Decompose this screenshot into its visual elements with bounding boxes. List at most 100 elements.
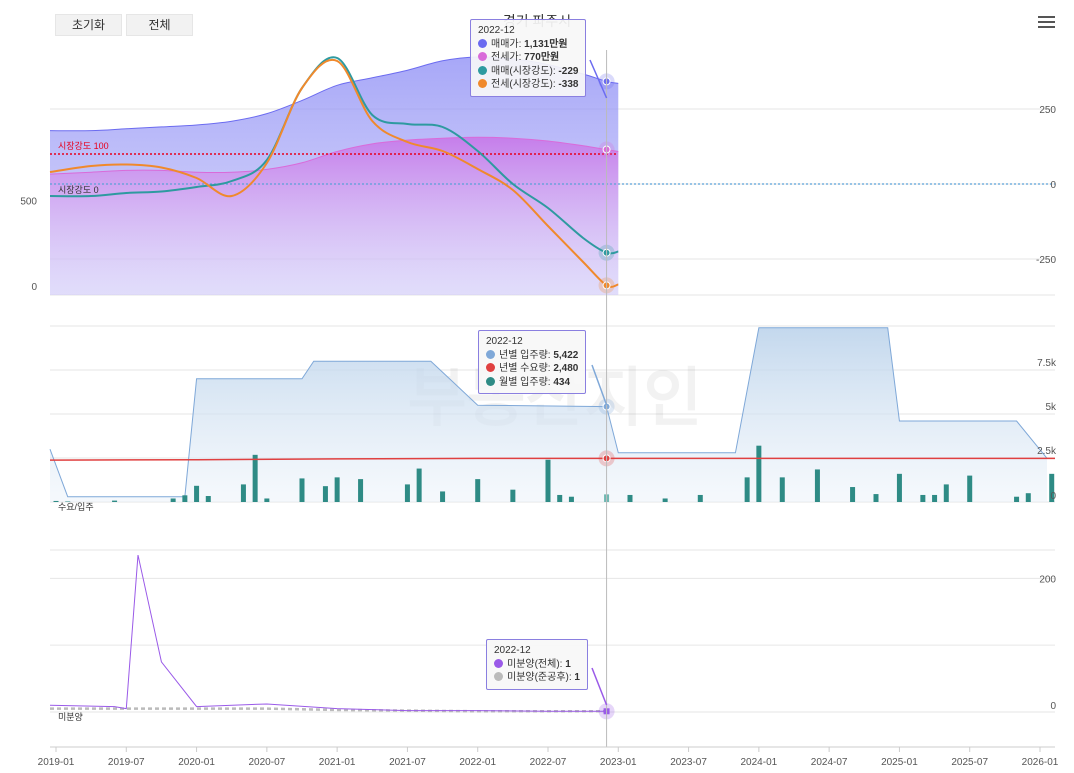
tooltip-label: 전세(시장강도): bbox=[491, 79, 559, 90]
monthly-supply-bar bbox=[299, 478, 305, 502]
monthly-supply-bar bbox=[170, 498, 176, 502]
x-axis-label: 2019-07 bbox=[108, 757, 145, 768]
x-axis-label: 2024-01 bbox=[741, 757, 778, 768]
tooltip-panel1: 2022-12 매매가: 1,131만원 전세가: 770만원 매매(시장강도): -… bbox=[470, 19, 587, 97]
monthly-supply-bar bbox=[112, 500, 118, 502]
tooltip-value: 770만원 bbox=[524, 52, 560, 63]
tooltip-row: 매매가: 1,131만원 bbox=[478, 38, 578, 52]
legend-dot-icon bbox=[478, 52, 487, 61]
tooltip-value: 1 bbox=[574, 672, 580, 683]
monthly-supply-bar bbox=[240, 484, 246, 502]
panel2-right-tick: 2.5k bbox=[1037, 446, 1057, 457]
tooltip-value: 5,422 bbox=[553, 349, 579, 361]
tooltip3-connector bbox=[591, 667, 608, 706]
monthly-supply-bar bbox=[404, 484, 410, 502]
legend-dot-icon bbox=[478, 65, 487, 75]
legend-dot-icon bbox=[486, 363, 495, 372]
strength-100-label: 시장강도 100 bbox=[58, 141, 109, 151]
tooltip-label: 년별 입주량: bbox=[499, 349, 554, 361]
tooltip-label: 매매가: bbox=[491, 38, 525, 50]
tooltip-row: 년별 수요량: 2,480 bbox=[486, 362, 578, 376]
monthly-supply-bar bbox=[662, 498, 668, 502]
panel2-right-tick: 7.5k bbox=[1037, 358, 1057, 369]
monthly-supply-bar bbox=[322, 486, 328, 502]
tooltip-row: 년별 입주량: 5,422 bbox=[486, 349, 578, 363]
x-axis-label: 2023-07 bbox=[670, 757, 707, 768]
monthly-supply-bar bbox=[205, 496, 211, 502]
monthly-supply-bar bbox=[896, 473, 902, 502]
monthly-supply-bar bbox=[627, 494, 633, 502]
x-axis-label: 2025-01 bbox=[881, 757, 918, 768]
tooltip-value: 1,131만원 bbox=[524, 38, 568, 50]
monthly-supply-bar bbox=[932, 494, 938, 502]
tooltip-label: 미분양(전체): bbox=[507, 658, 566, 670]
legend-dot-icon bbox=[478, 79, 487, 88]
tooltip-value: 2,480 bbox=[553, 363, 579, 374]
tooltip-row: 매매(시장강도): -229 bbox=[478, 65, 578, 79]
tooltip-value: 1 bbox=[565, 658, 571, 670]
tooltip-value: -229 bbox=[558, 65, 579, 77]
tooltip-value: -338 bbox=[558, 79, 579, 90]
legend-dot-icon bbox=[486, 376, 495, 386]
monthly-supply-bar bbox=[440, 491, 446, 502]
x-axis-label: 2024-07 bbox=[811, 757, 848, 768]
tooltip-date: 2022-12 bbox=[478, 25, 515, 36]
x-axis-label: 2026-01 bbox=[1022, 757, 1059, 768]
tooltip-value: 434 bbox=[553, 376, 571, 388]
tooltip-label: 매매(시장강도): bbox=[491, 65, 559, 77]
tooltip-label: 월별 입주량: bbox=[499, 376, 554, 388]
tooltip-row: 월별 입주량: 434 bbox=[486, 376, 578, 390]
tooltip-row: 미분양(전체): 1 bbox=[494, 658, 580, 672]
x-axis-label: 2022-07 bbox=[530, 757, 567, 768]
monthly-supply-bar bbox=[873, 494, 879, 502]
panel1-left-tick: 500 bbox=[20, 197, 37, 208]
legend-dot-icon bbox=[486, 349, 495, 359]
panel2-bottom-label: 수요/입주 bbox=[58, 501, 94, 512]
tooltip-date: 2022-12 bbox=[494, 645, 531, 656]
x-axis-label: 2022-01 bbox=[459, 757, 496, 768]
legend-dot-icon bbox=[478, 38, 487, 48]
tooltip-label: 미분양(준공후): bbox=[507, 672, 575, 683]
monthly-supply-bar bbox=[568, 496, 574, 502]
x-axis-label: 2023-01 bbox=[600, 757, 637, 768]
monthly-supply-bar bbox=[264, 498, 270, 502]
monthly-supply-bar bbox=[967, 475, 973, 502]
monthly-supply-bar bbox=[744, 477, 750, 502]
legend-dot-icon bbox=[494, 658, 503, 668]
x-axis-label: 2021-07 bbox=[389, 757, 426, 768]
strength-0-label: 시장강도 0 bbox=[58, 185, 99, 195]
panel1-left-tick: 0 bbox=[31, 282, 37, 293]
x-axis-label: 2020-01 bbox=[178, 757, 215, 768]
tooltip-label: 년별 수요량: bbox=[499, 363, 554, 374]
panel3-right-tick: 0 bbox=[1050, 701, 1056, 712]
panel3-right-tick: 200 bbox=[1039, 574, 1056, 585]
monthly-supply-bar bbox=[510, 489, 516, 502]
tooltip-row: 미분양(준공후): 1 bbox=[494, 671, 580, 685]
monthly-supply-bar bbox=[416, 468, 422, 502]
tooltip-row: 전세(시장강도): -338 bbox=[478, 78, 578, 92]
panel2-right-tick: 5k bbox=[1045, 402, 1057, 413]
tooltip-date: 2022-12 bbox=[486, 336, 523, 347]
monthly-supply-bar bbox=[779, 477, 785, 502]
monthly-supply-bar bbox=[1014, 496, 1020, 502]
monthly-supply-bar bbox=[756, 445, 762, 502]
monthly-supply-bar bbox=[358, 479, 364, 502]
panel2-right-tick: 0 bbox=[1050, 491, 1056, 502]
monthly-supply-bar bbox=[1025, 493, 1031, 502]
panel3-bottom-label: 미분양 bbox=[58, 712, 83, 722]
monthly-supply-bar bbox=[252, 454, 258, 502]
legend-dot-icon bbox=[494, 672, 503, 681]
panel1-right-tick: 250 bbox=[1039, 105, 1056, 116]
monthly-supply-bar bbox=[334, 477, 340, 502]
tooltip-label: 전세가: bbox=[491, 52, 525, 63]
panel1-right-tick: 0 bbox=[1050, 180, 1056, 191]
tooltip-panel2: 2022-12 년별 입주량: 5,422 년별 수요량: 2,480 월별 입주량:… bbox=[478, 330, 587, 394]
x-axis-label: 2020-07 bbox=[249, 757, 286, 768]
monthly-supply-bar bbox=[475, 479, 481, 502]
monthly-supply-bar bbox=[194, 485, 200, 502]
x-axis-label: 2025-07 bbox=[951, 757, 988, 768]
panel1-right-tick: -250 bbox=[1036, 255, 1056, 266]
monthly-supply-bar bbox=[182, 495, 188, 502]
monthly-supply-bar bbox=[545, 459, 551, 502]
monthly-supply-bar bbox=[557, 494, 563, 502]
